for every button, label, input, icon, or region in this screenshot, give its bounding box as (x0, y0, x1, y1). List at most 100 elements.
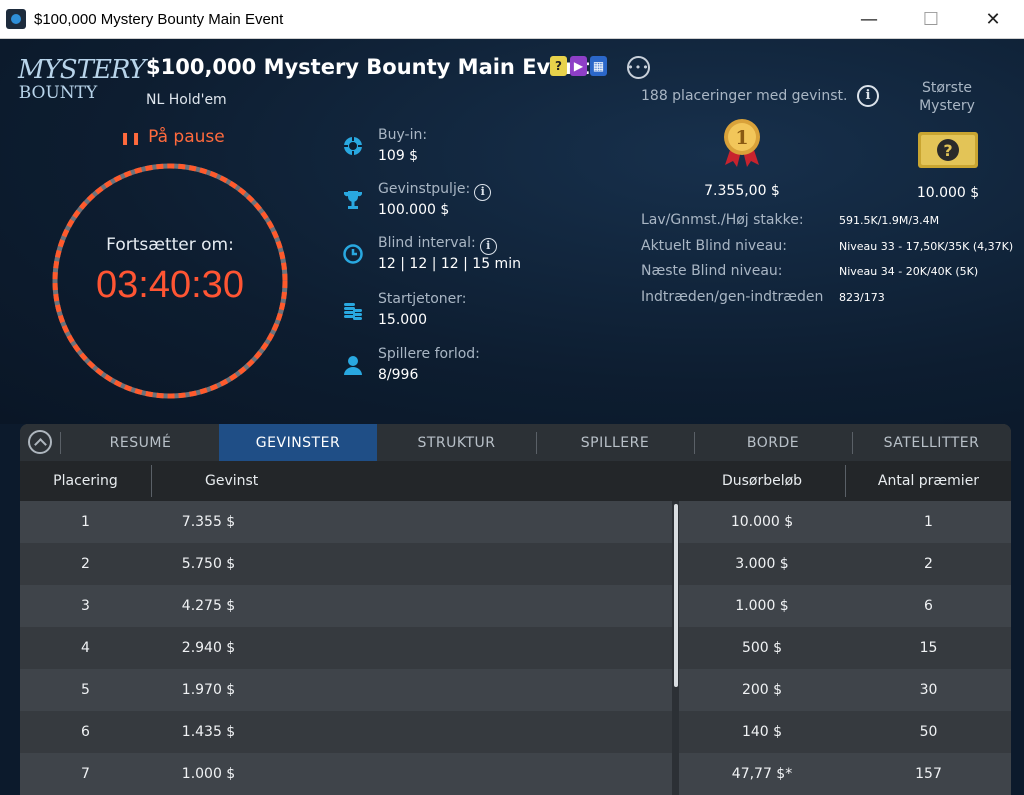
details-panel: RESUMÉ GEVINSTER STRUKTUR SPILLERE BORDE… (20, 424, 1011, 795)
stacks-value: 591.5K/1.9M/3.4M (839, 214, 940, 227)
blind-interval-label-text: Blind interval: (378, 235, 476, 251)
player-icon (344, 356, 362, 375)
place-cell: 7 (81, 766, 90, 782)
tab-tables[interactable]: BORDE (694, 424, 852, 461)
place-cell: 4 (81, 640, 90, 656)
bounty-cell: 10.000 $ (730, 514, 794, 530)
blind-interval-value: 12 | 12 | 12 | 15 min (378, 256, 521, 272)
prize-cell: 1.000 $ (181, 766, 236, 782)
close-button[interactable]: ✕ (962, 0, 1024, 39)
stacks-key: Lav/Gnmst./Høj stakke: (641, 212, 804, 228)
window-titlebar: $100,000 Mystery Bounty Main Event — ☐ ✕ (0, 0, 1024, 39)
clock-icon (343, 244, 363, 264)
header-place[interactable]: Placering (20, 461, 151, 501)
tab-players[interactable]: SPILLERE (536, 424, 694, 461)
largest-mystery-label: Største Mystery (919, 80, 975, 114)
paused-label: På pause (148, 127, 225, 147)
current-blind-value: Niveau 33 - 17,50K/35K (4,37K) (839, 240, 1014, 253)
tab-structure[interactable]: STRUKTUR (377, 424, 536, 461)
prize-pool-item: Gevinstpulje: i 100.000 $ (340, 181, 540, 231)
buy-in-item: Buy-in: 109 $ (340, 127, 540, 177)
count-cell: 30 (919, 682, 938, 698)
prize-pool-label-text: Gevinstpulje: (378, 181, 471, 197)
header-prize[interactable]: Gevinst (205, 461, 258, 501)
logo-line-1: MYSTERY (18, 55, 146, 85)
paid-places-info-icon[interactable]: i (857, 85, 879, 107)
header-bounty[interactable]: Dusørbeløb (680, 461, 844, 501)
prize-cell: 7.355 $ (181, 514, 236, 530)
place-cell: 3 (81, 598, 90, 614)
logo-line-2: BOUNTY (18, 83, 98, 103)
buy-in-value: 109 $ (378, 148, 419, 164)
mystery-bounty-logo: MYSTERY BOUNTY (18, 55, 146, 119)
buy-in-label: Buy-in: (378, 127, 428, 143)
count-cell: 6 (924, 598, 933, 614)
prize-cell: 4.275 $ (181, 598, 236, 614)
table-header: Placering Gevinst Dusørbeløb Antal præmi… (20, 461, 1011, 501)
header-prize-count[interactable]: Antal præmier (846, 461, 1011, 501)
paused-status: ❚❚ På pause (120, 127, 225, 147)
mystery-badge-icon[interactable]: ? (550, 56, 567, 76)
blind-interval-item: Blind interval: i 12 | 12 | 12 | 15 min (340, 235, 540, 285)
prize-cell: 1.970 $ (181, 682, 236, 698)
players-left-item: Spillere forlod: 8/996 (340, 346, 540, 396)
tab-divider (60, 432, 61, 454)
calendar-badge-icon[interactable]: ▦ (590, 56, 607, 76)
medal-number: 1 (735, 127, 748, 149)
header-divider (151, 465, 152, 497)
trophy-icon (344, 191, 362, 209)
starting-chips-label: Startjetoner: (378, 291, 467, 307)
tab-satellites[interactable]: SATELLITTER (852, 424, 1011, 461)
place-cell: 1 (81, 514, 90, 530)
entries-stat: Indtræden/gen-indtræden 823/173 (641, 289, 1021, 309)
first-prize-amount: 7.355,00 $ (704, 183, 780, 199)
prize-pool-value: 100.000 $ (378, 202, 450, 218)
players-left-label: Spillere forlod: (378, 346, 480, 362)
tournament-header: MYSTERY BOUNTY $100,000 Mystery Bounty M… (0, 39, 1024, 424)
first-place-medal-icon: 1 (724, 119, 760, 167)
game-type: NL Hold'em (146, 92, 227, 108)
event-badges: ? ▶ ▦ (550, 56, 607, 76)
prize-cell: 5.750 $ (181, 556, 236, 572)
place-cell: 5 (81, 682, 90, 698)
mystery-envelope-icon: ? (918, 132, 978, 168)
count-cell: 1 (924, 514, 933, 530)
count-cell: 50 (919, 724, 938, 740)
tab-prizes[interactable]: GEVINSTER (219, 424, 377, 461)
scrollbar-thumb[interactable] (674, 504, 678, 687)
next-blind-key: Næste Blind niveau: (641, 263, 783, 279)
table-row: 1 7.355 $ 10.000 $ 1 (20, 501, 1011, 543)
prize-pool-label: Gevinstpulje: i (378, 181, 492, 201)
more-options-button[interactable]: ••• (627, 56, 650, 79)
app-icon (6, 9, 26, 29)
pause-icon: ❚❚ (120, 131, 143, 145)
bounty-cell: 140 $ (741, 724, 783, 740)
tab-bar: RESUMÉ GEVINSTER STRUKTUR SPILLERE BORDE… (20, 424, 1011, 461)
minimize-button[interactable]: — (838, 0, 900, 39)
stacks-stat: Lav/Gnmst./Høj stakke: 591.5K/1.9M/3.4M (641, 212, 1021, 232)
count-cell: 15 (919, 640, 938, 656)
entries-value: 823/173 (839, 291, 885, 304)
video-badge-icon[interactable]: ▶ (570, 56, 587, 76)
largest-mystery-amount: 10.000 $ (916, 185, 980, 201)
chip-icon (344, 137, 362, 155)
table-row: 2 5.750 $ 3.000 $ 2 (20, 543, 1011, 585)
window-controls: — ☐ ✕ (838, 0, 1024, 39)
blind-interval-label: Blind interval: i (378, 235, 497, 255)
blind-interval-info-icon[interactable]: i (479, 238, 497, 255)
countdown-label: Fortsætter om: (106, 235, 234, 255)
collapse-chevron-icon[interactable] (28, 430, 52, 454)
tab-summary[interactable]: RESUMÉ (62, 424, 219, 461)
players-left-value: 8/996 (378, 367, 419, 383)
maximize-button[interactable]: ☐ (900, 0, 962, 39)
table-row: 4 2.940 $ 500 $ 15 (20, 627, 1011, 669)
next-blind-stat: Næste Blind niveau: Niveau 34 - 20K/40K … (641, 263, 1021, 283)
count-cell: 157 (915, 766, 942, 782)
next-blind-value: Niveau 34 - 20K/40K (5K) (839, 265, 979, 278)
prize-cell: 1.435 $ (181, 724, 236, 740)
prize-pool-info-icon[interactable]: i (474, 184, 492, 201)
bounty-cell: 47,77 $* (731, 766, 793, 782)
svg-text:?: ? (943, 141, 952, 160)
bounty-cell: 3.000 $ (735, 556, 789, 572)
event-title: $100,000 Mystery Bounty Main Event (146, 55, 590, 79)
